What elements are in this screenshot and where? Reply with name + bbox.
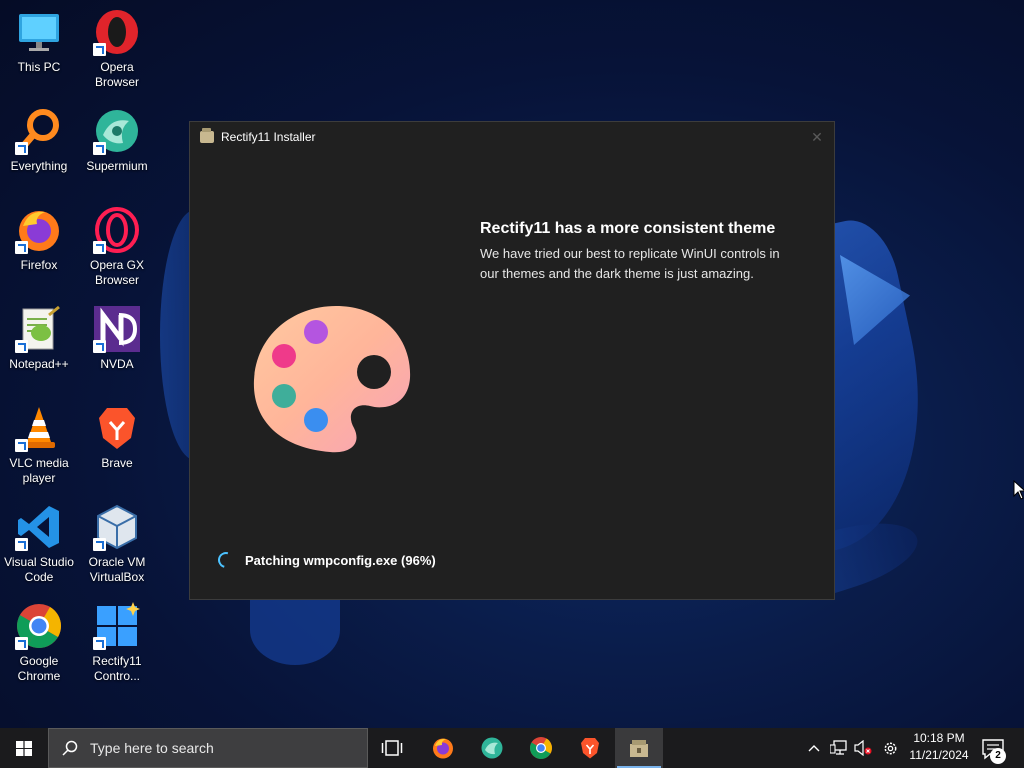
network-icon	[830, 740, 847, 755]
shortcut-arrow-icon	[15, 538, 28, 551]
desktop-icon-label: This PC	[17, 60, 61, 74]
clock-time: 10:18 PM	[913, 731, 965, 745]
firefox-icon	[15, 206, 63, 254]
search-icon	[62, 740, 78, 756]
desktop-icon-label: Supermium	[86, 159, 148, 173]
search-box[interactable]	[48, 728, 368, 768]
desktop-icon-virtualbox[interactable]: Oracle VM VirtualBox	[78, 503, 156, 585]
opera-gx-icon	[93, 206, 141, 254]
desktop-icon-rectify11-control[interactable]: Rectify11 Contro...	[78, 602, 156, 684]
brave-icon	[581, 738, 599, 759]
window-title: Rectify11 Installer	[221, 130, 316, 144]
wallpaper-bloom	[840, 255, 910, 345]
desktop-icon-opera-gx[interactable]: Opera GX Browser	[78, 206, 156, 288]
firefox-icon	[433, 738, 453, 759]
desktop-icon-firefox[interactable]: Firefox	[0, 206, 78, 273]
chrome-icon	[15, 602, 63, 650]
chrome-icon	[530, 737, 552, 759]
desktop-icon-vscode[interactable]: Visual Studio Code	[0, 503, 78, 585]
vlc-cone-icon	[15, 404, 63, 452]
installer-window: Rectify11 Installer ✕ Rectify11 has a mo…	[189, 121, 835, 600]
windows-logo-icon	[16, 741, 32, 756]
desktop-icon-label: Opera Browser	[94, 60, 139, 89]
desktop-icon-nvda[interactable]: NVDA	[78, 305, 156, 372]
loading-spinner-icon	[215, 549, 237, 571]
shortcut-arrow-icon	[93, 241, 106, 254]
desktop-icon-label: Notepad++	[9, 357, 69, 371]
desktop-icon-supermium[interactable]: Supermium	[78, 107, 156, 174]
shortcut-arrow-icon	[93, 340, 106, 353]
vscode-icon	[15, 503, 63, 551]
task-view-icon	[381, 740, 403, 756]
desktop-icon-opera[interactable]: Opera Browser	[78, 8, 156, 90]
notepadpp-icon	[15, 305, 63, 353]
search-input[interactable]	[88, 739, 342, 757]
desktop-icon-label: Visual Studio Code	[4, 555, 74, 584]
shortcut-arrow-icon	[93, 637, 106, 650]
page-description: We have tried our best to replicate WinU…	[480, 246, 780, 281]
clock[interactable]: 10:18 PM 11/21/2024	[905, 730, 973, 764]
everything-search-icon	[15, 107, 63, 155]
volume-muted-icon	[854, 740, 872, 756]
start-button[interactable]	[0, 728, 48, 768]
shortcut-arrow-icon	[93, 43, 106, 56]
shortcut-arrow-icon	[15, 637, 28, 650]
shortcut-arrow-icon	[93, 142, 106, 155]
close-button[interactable]: ✕	[808, 128, 826, 146]
brave-lion-icon	[93, 404, 141, 452]
shortcut-arrow-icon	[15, 439, 28, 452]
settings-button[interactable]	[878, 728, 902, 768]
title-bar[interactable]: Rectify11 Installer ✕	[190, 122, 834, 152]
desktop-icon-label: Rectify11 Contro...	[92, 654, 142, 683]
shortcut-arrow-icon	[93, 538, 106, 551]
monitor-icon	[15, 8, 63, 56]
network-status-button[interactable]	[828, 728, 850, 768]
desktop-icon-label: VLC media player	[9, 456, 69, 485]
desktop-icon-vlc[interactable]: VLC media player	[0, 404, 78, 486]
desktop-icon-everything[interactable]: Everything	[0, 107, 78, 174]
supermium-icon	[93, 107, 141, 155]
taskbar-brave[interactable]	[566, 728, 614, 768]
desktop-icon-notepadpp[interactable]: Notepad++	[0, 305, 78, 372]
rectify11-control-icon	[93, 602, 141, 650]
taskbar-firefox[interactable]	[419, 728, 467, 768]
chevron-up-icon	[808, 745, 820, 752]
desktop-icon-label: Oracle VM VirtualBox	[88, 555, 146, 584]
desktop-icon-label: Brave	[101, 456, 133, 470]
installer-box-icon	[200, 128, 214, 143]
desktop-icon-this-pc[interactable]: This PC	[0, 8, 78, 75]
mouse-cursor-icon	[1013, 480, 1024, 500]
shortcut-arrow-icon	[15, 142, 28, 155]
status-row: Patching wmpconfig.exe (96%)	[215, 549, 436, 571]
desktop-icon-label: Everything	[10, 159, 68, 173]
shortcut-arrow-icon	[15, 340, 28, 353]
taskbar-supermium[interactable]	[468, 728, 516, 768]
supermium-icon	[481, 737, 503, 759]
desktop-icon-label: Firefox	[20, 258, 58, 272]
opera-icon	[93, 8, 141, 56]
desktop-icon-label: Google Chrome	[17, 654, 61, 683]
desktop-icon-chrome[interactable]: Google Chrome	[0, 602, 78, 684]
paint-palette-icon	[253, 306, 411, 453]
clock-date: 11/21/2024	[909, 748, 969, 762]
volume-button[interactable]	[852, 728, 874, 768]
taskbar-rectify11-installer[interactable]	[615, 728, 663, 768]
taskbar: 10:18 PM 11/21/2024 2	[0, 728, 1024, 768]
taskbar-chrome[interactable]	[517, 728, 565, 768]
virtualbox-cube-icon	[93, 503, 141, 551]
rectify11-installer-icon	[630, 740, 648, 757]
status-text: Patching wmpconfig.exe (96%)	[245, 552, 436, 568]
desktop-icon-brave[interactable]: Brave	[78, 404, 156, 471]
shortcut-arrow-icon	[15, 241, 28, 254]
page-heading: Rectify11 has a more consistent theme	[480, 220, 776, 237]
settings-gear-icon	[884, 742, 896, 754]
task-view-button[interactable]	[368, 728, 416, 768]
show-hidden-icons-button[interactable]	[804, 728, 824, 768]
wallpaper-bloom	[250, 595, 340, 665]
notification-count-badge: 2	[990, 748, 1006, 764]
nvda-icon	[93, 305, 141, 353]
desktop-icon-label: NVDA	[100, 357, 134, 371]
desktop-icon-label: Opera GX Browser	[89, 258, 145, 287]
